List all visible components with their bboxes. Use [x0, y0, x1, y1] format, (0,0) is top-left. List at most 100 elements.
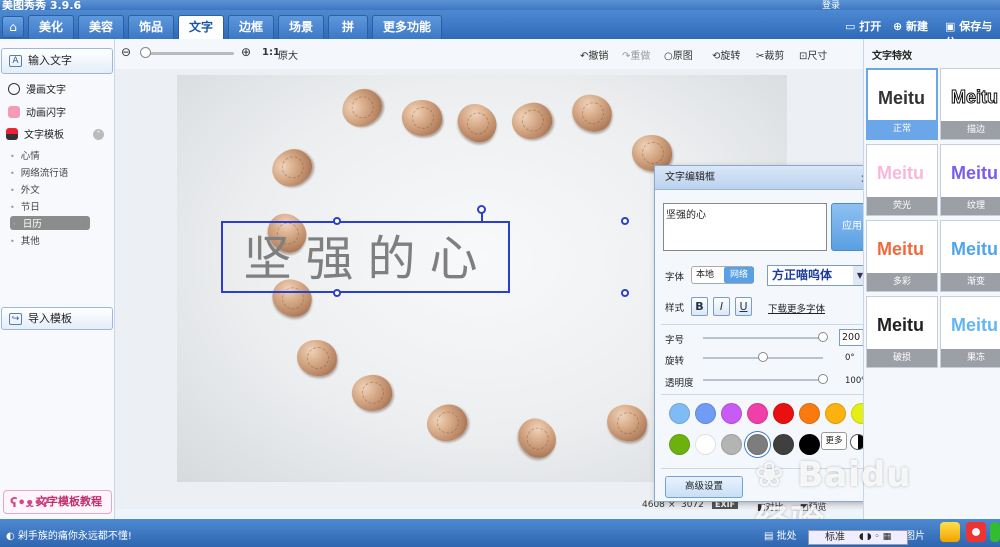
bold-button[interactable]: B — [691, 297, 708, 316]
advanced-settings-button[interactable]: 高级设置 — [665, 476, 743, 498]
original-size-button[interactable]: 原大 — [278, 47, 298, 62]
text-template-tutorial-button[interactable]: ʕ•ᴥ•ʔ 文字模板教程 — [3, 490, 112, 514]
resize-handle-br[interactable] — [621, 289, 629, 297]
font-source-local[interactable]: 本地 — [696, 267, 714, 283]
color-swatch[interactable] — [721, 403, 742, 424]
import-template-button[interactable]: ↪ 导入模板 — [1, 307, 113, 330]
zoom-in-icon[interactable]: ⊕ — [241, 45, 251, 59]
tab-text[interactable]: 文字 — [178, 15, 224, 39]
template-item-internet-slang[interactable]: 网络流行语 — [10, 165, 69, 179]
tab-beautify[interactable]: 美化 — [28, 15, 74, 39]
font-select[interactable]: 方正喵呜体 ▼ — [767, 265, 868, 286]
color-swatch[interactable] — [747, 403, 768, 424]
text-effect-4[interactable]: Meitu 多彩 — [866, 220, 938, 292]
title-bar: 美图秀秀 3.9.6 登录 — [0, 0, 1000, 12]
italic-button[interactable]: I — [713, 297, 730, 316]
text-effect-5[interactable]: Meitu 渐变 — [940, 220, 1000, 292]
color-swatch[interactable] — [747, 434, 768, 455]
underline-button[interactable]: U — [735, 297, 752, 316]
effect-label: 正常 — [868, 120, 936, 138]
text-effect-7[interactable]: Meitu 果冻 — [940, 296, 1000, 368]
template-item-foreign[interactable]: 外文 — [10, 182, 40, 196]
color-swatch[interactable] — [669, 403, 690, 424]
text-a-icon: A — [9, 55, 22, 67]
tab-accessories[interactable]: 饰品 — [128, 15, 174, 39]
rotate-slider-handle[interactable] — [758, 352, 768, 362]
batch-button[interactable]: ▤ 批处 — [764, 527, 797, 542]
font-source-toggle[interactable]: 本地 网络 — [691, 266, 754, 284]
collapse-icon[interactable]: ˄ — [93, 129, 104, 140]
text-effect-3[interactable]: Meitu 纹理 — [940, 144, 1000, 216]
walnut — [420, 397, 474, 449]
tutorial-icon: ʕ•ᴥ•ʔ — [10, 496, 50, 511]
text-effect-0[interactable]: Meitu 正常 — [866, 68, 938, 140]
zoom-slider-handle[interactable] — [140, 47, 151, 58]
resize-button[interactable]: ⊡尺寸 — [799, 47, 827, 62]
text-effect-6[interactable]: Meitu 破损 — [866, 296, 938, 368]
color-swatch[interactable] — [669, 434, 690, 455]
open-button[interactable]: ▭ 打开 — [845, 18, 881, 34]
size-slider-track[interactable] — [703, 337, 823, 339]
more-colors-button[interactable]: 更多 — [821, 432, 847, 450]
download-fonts-link[interactable]: 下载更多字体 — [768, 301, 825, 315]
tab-collage[interactable]: 拼图 — [328, 15, 368, 56]
tab-frame[interactable]: 边框 — [228, 15, 274, 39]
font-source-online[interactable]: 网络 — [724, 267, 754, 283]
redo-button[interactable]: ↷重做 — [622, 47, 650, 62]
color-swatch[interactable] — [773, 403, 794, 424]
original-image-button[interactable]: ○原图 — [664, 47, 693, 62]
undo-button[interactable]: ↶撤销 — [580, 47, 608, 62]
tab-more-functions[interactable]: 更多功能 ▾ — [372, 15, 442, 56]
input-text-button[interactable]: A 输入文字 — [1, 48, 113, 74]
effect-label: 渐变 — [941, 273, 1000, 291]
editor-title: 文字编辑框 — [655, 166, 878, 190]
resize-handle-tl[interactable] — [333, 217, 341, 225]
tab-scene[interactable]: 场景 — [278, 15, 324, 39]
template-item-calendar[interactable]: 日历 — [10, 216, 90, 230]
template-item-other[interactable]: 其他 — [10, 233, 40, 247]
weibo-icon[interactable] — [966, 522, 986, 542]
save-icon: ▣ — [945, 20, 960, 33]
resize-handle-bl[interactable] — [333, 289, 341, 297]
opacity-slider-track[interactable] — [703, 379, 823, 381]
new-button[interactable]: ⊕ 新建 — [893, 18, 928, 34]
animated-text-item[interactable]: 动画闪字 — [8, 106, 66, 121]
color-swatch[interactable] — [825, 403, 846, 424]
text-input-area[interactable]: 坚强的心 — [663, 203, 827, 251]
plus-icon: ⊕ — [893, 20, 907, 33]
opacity-slider-handle[interactable] — [818, 374, 828, 384]
color-swatch[interactable] — [695, 403, 716, 424]
import-icon: ↪ — [9, 313, 22, 325]
effect-preview-text: Meitu — [951, 163, 998, 183]
walnut — [510, 411, 564, 465]
color-swatch[interactable] — [721, 434, 742, 455]
ime-bar[interactable]: 标准 ◖◗◦▦ — [808, 530, 908, 545]
zoom-slider-track[interactable] — [141, 52, 234, 55]
template-item-holiday[interactable]: 节日 — [10, 199, 40, 213]
star-icon[interactable] — [940, 522, 960, 542]
color-swatch[interactable] — [695, 434, 716, 455]
image-button[interactable]: 图片 — [905, 527, 925, 542]
crop-button[interactable]: ✂裁剪 — [756, 47, 784, 62]
text-effect-1[interactable]: Meitu 描边 — [940, 68, 1000, 140]
walnut — [399, 97, 445, 139]
tab-beauty[interactable]: 美容 — [78, 15, 124, 39]
home-button[interactable]: ⌂ — [2, 16, 24, 38]
effect-label: 果冻 — [941, 349, 1000, 367]
size-slider-handle[interactable] — [818, 332, 828, 342]
rotate-button[interactable]: ⟲旋转 — [712, 47, 740, 62]
template-item-mood[interactable]: 心情 — [10, 148, 40, 162]
app-icon[interactable] — [990, 522, 1000, 542]
cartoon-text-item[interactable]: 漫画文字 — [8, 83, 66, 98]
color-swatch[interactable] — [799, 434, 820, 455]
zoom-out-icon[interactable]: ⊖ — [121, 45, 131, 59]
text-template-header[interactable]: 文字模板 ˄ — [6, 128, 108, 143]
rotation-handle[interactable] — [477, 205, 486, 214]
left-panel: A 输入文字 漫画文字 动画闪字 文字模板 ˄ 心情 网络流行语 外文 节日 日… — [0, 39, 115, 519]
text-overlay-box[interactable]: 坚强的心 — [221, 221, 510, 293]
resize-handle-tr[interactable] — [621, 217, 629, 225]
divider — [661, 324, 873, 325]
text-effect-2[interactable]: Meitu 荧光 — [866, 144, 938, 216]
color-swatch[interactable] — [773, 434, 794, 455]
color-swatch[interactable] — [799, 403, 820, 424]
